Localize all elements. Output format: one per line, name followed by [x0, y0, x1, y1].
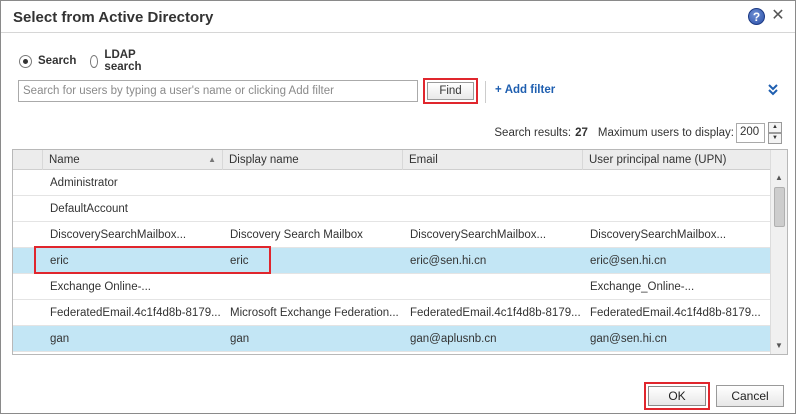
row-selector	[13, 300, 43, 326]
table-row[interactable]: DefaultAccount	[13, 196, 771, 222]
cell-display-name	[223, 196, 403, 222]
double-chevron-down-icon[interactable]	[768, 84, 778, 96]
table-row[interactable]: FederatedEmail.4c1f4d8b-8179... Microsof…	[13, 300, 771, 326]
cell-email: FederatedEmail.4c1f4d8b-8179...	[410, 307, 581, 319]
cell-email	[403, 274, 583, 300]
column-header-selector	[13, 150, 43, 170]
plus-icon: +	[495, 84, 502, 96]
cell-name: Exchange Online-...	[50, 281, 152, 293]
cell-name: Administrator	[50, 177, 118, 189]
results-summary: Search results: 27 Maximum users to displa…	[494, 127, 734, 139]
add-filter-link[interactable]: + Add filter	[495, 84, 555, 96]
column-header-name[interactable]: Name ▲	[43, 150, 223, 170]
row-selector	[13, 196, 43, 222]
cell-email	[403, 196, 583, 222]
max-users-label: Maximum users to display:	[597, 127, 734, 139]
dialog-title: Select from Active Directory	[13, 9, 214, 26]
highlight-box-eric	[34, 246, 271, 274]
radio-ldap-search[interactable]: LDAP search	[90, 49, 146, 73]
row-selector	[13, 222, 43, 248]
cell-email: eric@sen.hi.cn	[410, 255, 487, 267]
cell-name: gan	[50, 333, 70, 345]
cell-display-name: Microsoft Exchange Federation...	[230, 307, 399, 319]
scroll-thumb[interactable]	[774, 187, 785, 227]
help-icon[interactable]: ?	[748, 8, 765, 25]
search-results-count: 27	[575, 127, 588, 139]
column-header-upn[interactable]: User principal name (UPN)	[583, 150, 771, 170]
max-users-spinner[interactable]: ▲ ▼	[768, 122, 782, 144]
active-directory-dialog: Select from Active Directory ? ✕ Search …	[0, 0, 796, 414]
cell-display-name: gan	[230, 333, 250, 345]
table-row[interactable]: Administrator	[13, 170, 771, 196]
spinner-down-icon[interactable]: ▼	[768, 133, 782, 144]
cancel-button[interactable]: Cancel	[716, 385, 784, 407]
row-selector	[13, 326, 43, 352]
title-bar: Select from Active Directory ? ✕	[1, 1, 795, 33]
table-row[interactable]: Exchange Online-... Exchange_Online-...	[13, 274, 771, 300]
cell-upn	[583, 170, 771, 196]
cell-upn: gan@sen.hi.cn	[590, 333, 667, 345]
max-users-input[interactable]: 200	[736, 123, 765, 143]
ok-highlight-box: OK	[644, 382, 710, 410]
table-header: Name ▲ Display name Email User principal…	[13, 150, 771, 170]
cell-upn: eric@sen.hi.cn	[590, 255, 667, 267]
cell-email	[403, 170, 583, 196]
find-highlight-box: Find	[423, 78, 478, 104]
column-header-name-label: Name	[49, 154, 80, 166]
row-selector	[13, 170, 43, 196]
column-header-display-name[interactable]: Display name	[223, 150, 403, 170]
close-icon[interactable]: ✕	[769, 6, 787, 26]
sort-ascending-icon: ▲	[208, 155, 216, 164]
cell-email: DiscoverySearchMailbox...	[410, 229, 547, 241]
scroll-down-icon[interactable]: ▼	[771, 338, 787, 354]
add-filter-label: Add filter	[504, 84, 556, 96]
cell-upn: DiscoverySearchMailbox...	[590, 229, 727, 241]
column-header-email[interactable]: Email	[403, 150, 583, 170]
cell-name: DefaultAccount	[50, 203, 128, 215]
cell-upn	[583, 196, 771, 222]
cell-display-name: Discovery Search Mailbox	[230, 229, 363, 241]
table-row[interactable]: DiscoverySearchMailbox... Discovery Sear…	[13, 222, 771, 248]
radio-search-circle[interactable]	[19, 54, 32, 68]
cell-upn: FederatedEmail.4c1f4d8b-8179...	[590, 307, 761, 319]
table-row-selected[interactable]: gan gan gan@aplusnb.cn gan@sen.hi.cn	[13, 326, 771, 352]
search-input[interactable]	[18, 80, 418, 102]
vertical-scrollbar[interactable]: ▲ ▼	[770, 150, 787, 354]
scroll-up-icon[interactable]: ▲	[771, 170, 787, 186]
cell-name: FederatedEmail.4c1f4d8b-8179...	[50, 307, 221, 319]
row-selector	[13, 274, 43, 300]
cell-name: DiscoverySearchMailbox...	[50, 229, 187, 241]
cell-display-name	[223, 170, 403, 196]
search-results-label: Search results:	[494, 127, 572, 139]
cell-display-name	[223, 274, 403, 300]
find-button[interactable]: Find	[427, 82, 474, 100]
toolbar-divider	[485, 81, 486, 103]
spinner-up-icon[interactable]: ▲	[768, 122, 782, 133]
ok-button[interactable]: OK	[648, 386, 706, 406]
cell-email: gan@aplusnb.cn	[410, 333, 497, 345]
radio-search[interactable]: Search	[19, 53, 76, 69]
radio-search-label[interactable]: Search	[38, 55, 76, 67]
double-chevron-svg	[768, 84, 778, 96]
radio-ldap-label[interactable]: LDAP search	[104, 49, 146, 73]
radio-ldap-circle[interactable]	[90, 54, 99, 68]
cell-upn: Exchange_Online-...	[590, 281, 695, 293]
